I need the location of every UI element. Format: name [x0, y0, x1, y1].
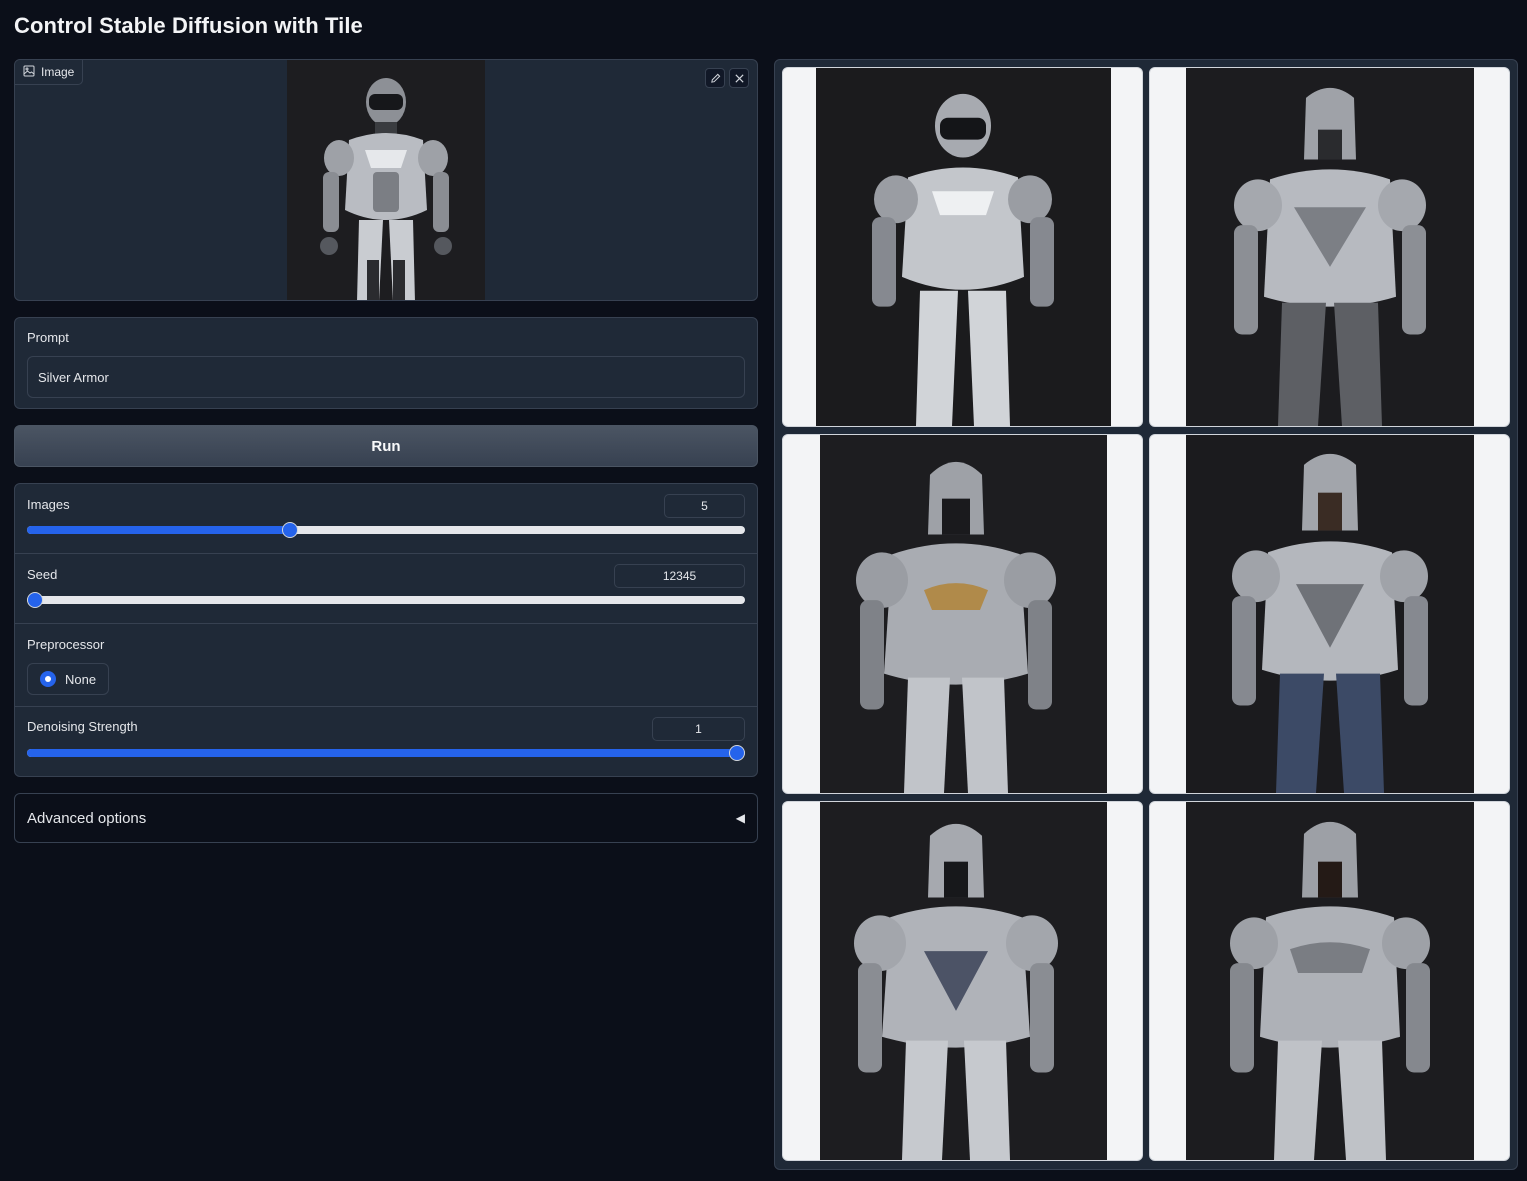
gallery-image-3-art — [820, 435, 1107, 793]
gallery-image-4[interactable] — [1149, 434, 1510, 794]
denoising-setting: Denoising Strength 1 — [15, 707, 757, 776]
gallery-image-2[interactable] — [1149, 67, 1510, 427]
page-title: Control Stable Diffusion with Tile — [14, 13, 363, 38]
prompt-panel: Prompt — [14, 317, 758, 409]
advanced-options-accordion[interactable]: Advanced options ◀ — [14, 793, 758, 843]
gallery-image-5-art — [820, 802, 1107, 1160]
seed-label: Seed — [27, 567, 58, 582]
gallery-image-5[interactable] — [782, 801, 1143, 1161]
close-icon[interactable] — [729, 68, 749, 88]
input-image-preview — [287, 60, 485, 300]
images-setting: Images 5 — [15, 484, 757, 554]
images-number-input[interactable]: 5 — [664, 494, 745, 518]
output-gallery — [774, 59, 1518, 1170]
seed-number-input[interactable]: 12345 — [614, 564, 745, 588]
image-label-badge: Image — [15, 60, 84, 85]
images-slider[interactable] — [27, 522, 745, 538]
denoising-label: Denoising Strength — [27, 719, 138, 734]
gallery-image-3[interactable] — [782, 434, 1143, 794]
images-slider-fill — [27, 526, 290, 534]
denoising-slider[interactable] — [27, 745, 745, 761]
gallery-image-4-art — [1186, 435, 1474, 793]
preprocessor-label: Preprocessor — [27, 637, 105, 652]
gallery-image-6[interactable] — [1149, 801, 1510, 1161]
seed-setting: Seed 12345 — [15, 554, 757, 624]
preprocessor-option-none[interactable]: None — [27, 663, 110, 695]
image-label: Image — [41, 65, 75, 79]
caret-left-icon[interactable]: ◀ — [736, 811, 745, 825]
preprocessor-option-label: None — [65, 671, 97, 687]
gallery-image-1-art — [816, 68, 1111, 426]
denoising-number-input[interactable]: 1 — [652, 717, 745, 741]
advanced-options-label: Advanced options — [27, 809, 147, 827]
seed-slider-thumb[interactable] — [27, 592, 43, 608]
denoising-slider-fill — [27, 749, 745, 757]
gallery-image-6-art — [1186, 802, 1474, 1160]
radio-selected-icon[interactable] — [40, 671, 56, 687]
pencil-icon[interactable] — [705, 68, 725, 88]
image-icon — [23, 65, 35, 80]
input-image-panel[interactable]: Image — [14, 59, 758, 301]
run-button[interactable]: Run — [14, 425, 758, 467]
settings-panel: Images 5 Seed 12345 Preprocessor None De… — [14, 483, 758, 777]
seed-slider[interactable] — [27, 592, 745, 608]
gallery-image-1[interactable] — [782, 67, 1143, 427]
prompt-label: Prompt — [27, 330, 69, 345]
images-label: Images — [27, 497, 70, 512]
preprocessor-setting: Preprocessor None — [15, 624, 757, 707]
images-slider-thumb[interactable] — [281, 522, 298, 538]
prompt-input[interactable] — [27, 356, 745, 398]
gallery-image-2-art — [1186, 68, 1474, 426]
denoising-slider-thumb[interactable] — [729, 745, 745, 761]
